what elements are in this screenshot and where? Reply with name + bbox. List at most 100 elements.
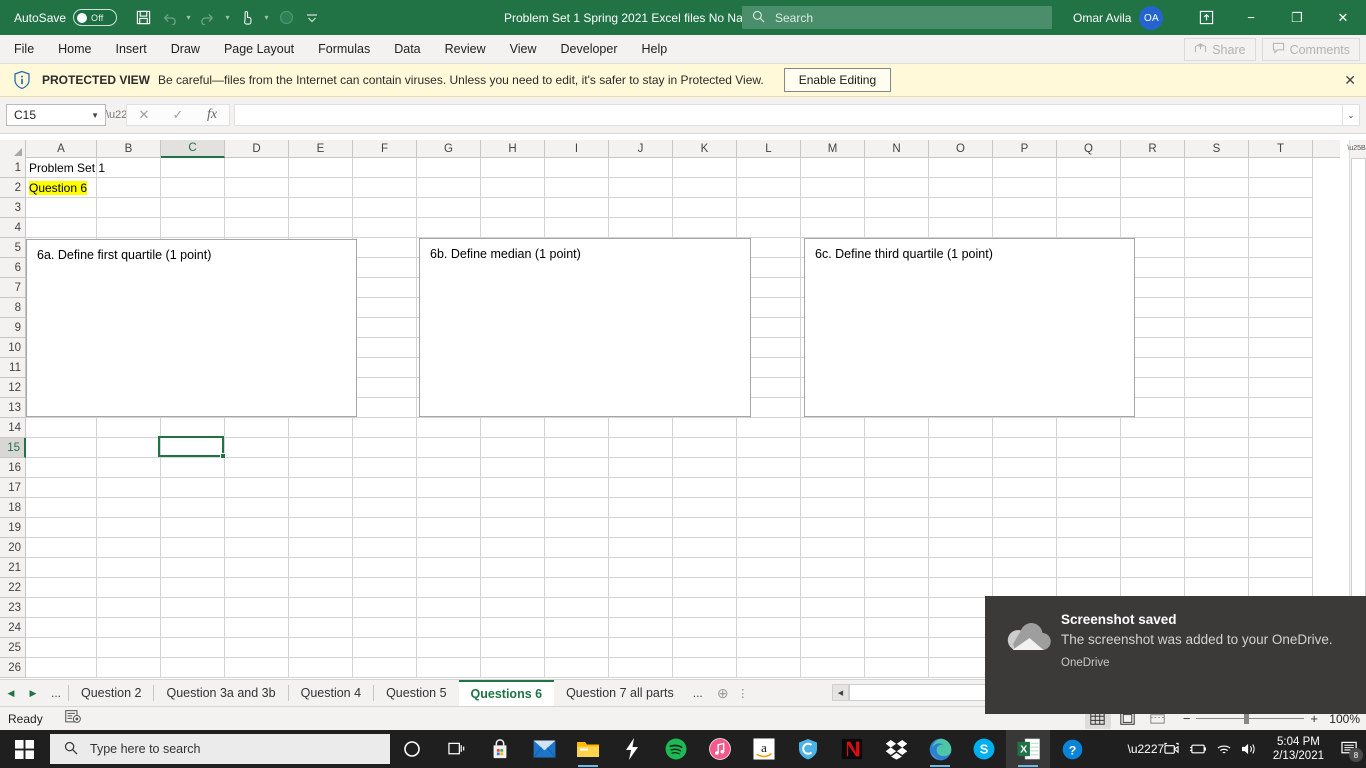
cell-J3[interactable] (609, 198, 673, 218)
tab-review[interactable]: Review (433, 35, 498, 64)
cell-O16[interactable] (929, 458, 993, 478)
cell-E15[interactable] (289, 438, 353, 458)
cell-R2[interactable] (1121, 178, 1185, 198)
row-header-24[interactable]: 24 (0, 618, 26, 638)
row-header-21[interactable]: 21 (0, 558, 26, 578)
camera-icon[interactable] (1159, 730, 1185, 768)
cell-T17[interactable] (1249, 478, 1313, 498)
save-icon[interactable] (130, 6, 156, 30)
cell-A22[interactable] (26, 578, 97, 598)
cell-M26[interactable] (801, 658, 865, 678)
cell-F22[interactable] (353, 578, 417, 598)
cell-E20[interactable] (289, 538, 353, 558)
cell-M25[interactable] (801, 638, 865, 658)
cell-E23[interactable] (289, 598, 353, 618)
cell-C24[interactable] (161, 618, 225, 638)
sheet-tab-question-4[interactable]: Question 4 (289, 680, 373, 707)
account-area[interactable]: Omar Avila OA (1073, 6, 1164, 30)
cell-J20[interactable] (609, 538, 673, 558)
cell-J23[interactable] (609, 598, 673, 618)
cell-O4[interactable] (929, 218, 993, 238)
cell-N16[interactable] (865, 458, 929, 478)
cell-G24[interactable] (417, 618, 481, 638)
tab-insert[interactable]: Insert (104, 35, 159, 64)
column-header-k[interactable]: K (673, 140, 737, 158)
cell-F5[interactable] (353, 238, 417, 258)
cell-O22[interactable] (929, 578, 993, 598)
cell-K3[interactable] (673, 198, 737, 218)
cell-J15[interactable] (609, 438, 673, 458)
cell-A3[interactable] (26, 198, 97, 218)
cancel-formula-icon[interactable]: ✕ (127, 104, 161, 126)
row-header-17[interactable]: 17 (0, 478, 26, 498)
cell-D24[interactable] (225, 618, 289, 638)
cell-P16[interactable] (993, 458, 1057, 478)
volume-icon[interactable] (1237, 730, 1263, 768)
cell-O24[interactable] (929, 618, 993, 638)
cell-P21[interactable] (993, 558, 1057, 578)
cell-S22[interactable] (1185, 578, 1249, 598)
cell-Q19[interactable] (1057, 518, 1121, 538)
cell-L17[interactable] (737, 478, 801, 498)
zoom-slider[interactable] (1196, 713, 1305, 724)
insert-function-icon[interactable]: fx (195, 104, 229, 126)
cell-G23[interactable] (417, 598, 481, 618)
cell-I18[interactable] (545, 498, 609, 518)
chevron-down-icon[interactable]: ▼ (91, 111, 99, 120)
scroll-left-icon[interactable]: ◀ (832, 684, 849, 701)
customize-quick-access-toolbar-icon[interactable] (299, 6, 325, 30)
row-header-7[interactable]: 7 (0, 278, 26, 298)
cell-E3[interactable] (289, 198, 353, 218)
cell-T10[interactable] (1249, 338, 1313, 358)
cell-A26[interactable] (26, 658, 97, 678)
cell-C18[interactable] (161, 498, 225, 518)
cell-T18[interactable] (1249, 498, 1313, 518)
cell-Q21[interactable] (1057, 558, 1121, 578)
cell-H20[interactable] (481, 538, 545, 558)
cell-F18[interactable] (353, 498, 417, 518)
row-header-12[interactable]: 12 (0, 378, 26, 398)
cell-N18[interactable] (865, 498, 929, 518)
cell-I2[interactable] (545, 178, 609, 198)
cell-P19[interactable] (993, 518, 1057, 538)
microsoft-store-icon[interactable] (478, 730, 522, 768)
amazon-icon[interactable]: a (742, 730, 786, 768)
sheet-tab-question-3a-and-3b[interactable]: Question 3a and 3b (154, 680, 287, 707)
cell-B1[interactable] (97, 158, 161, 178)
comments-button[interactable]: Comments (1261, 38, 1360, 61)
cell-T6[interactable] (1249, 258, 1313, 278)
cell-I21[interactable] (545, 558, 609, 578)
cell-L20[interactable] (737, 538, 801, 558)
cell-I16[interactable] (545, 458, 609, 478)
cell-T3[interactable] (1249, 198, 1313, 218)
cell-N26[interactable] (865, 658, 929, 678)
cell-O26[interactable] (929, 658, 993, 678)
cell-S17[interactable] (1185, 478, 1249, 498)
cell-L21[interactable] (737, 558, 801, 578)
row-header-19[interactable]: 19 (0, 518, 26, 538)
cell-J14[interactable] (609, 418, 673, 438)
cell-J1[interactable] (609, 158, 673, 178)
cell-G2[interactable] (417, 178, 481, 198)
cell-E25[interactable] (289, 638, 353, 658)
cell-G26[interactable] (417, 658, 481, 678)
cell-J4[interactable] (609, 218, 673, 238)
dropbox-icon[interactable] (874, 730, 918, 768)
column-header-n[interactable]: N (865, 140, 929, 158)
next-sheet-icon[interactable]: ▶ (22, 681, 44, 705)
cell-N3[interactable] (865, 198, 929, 218)
cell-R18[interactable] (1121, 498, 1185, 518)
cell-E26[interactable] (289, 658, 353, 678)
touch-mode-dropdown-icon[interactable]: ▾ (260, 6, 273, 30)
cell-E22[interactable] (289, 578, 353, 598)
cell-H23[interactable] (481, 598, 545, 618)
cell-H21[interactable] (481, 558, 545, 578)
cell-O20[interactable] (929, 538, 993, 558)
cell-I4[interactable] (545, 218, 609, 238)
cell-A24[interactable] (26, 618, 97, 638)
cell-B21[interactable] (97, 558, 161, 578)
cell-F12[interactable] (353, 378, 417, 398)
cell-T12[interactable] (1249, 378, 1313, 398)
cell-R17[interactable] (1121, 478, 1185, 498)
cell-T16[interactable] (1249, 458, 1313, 478)
